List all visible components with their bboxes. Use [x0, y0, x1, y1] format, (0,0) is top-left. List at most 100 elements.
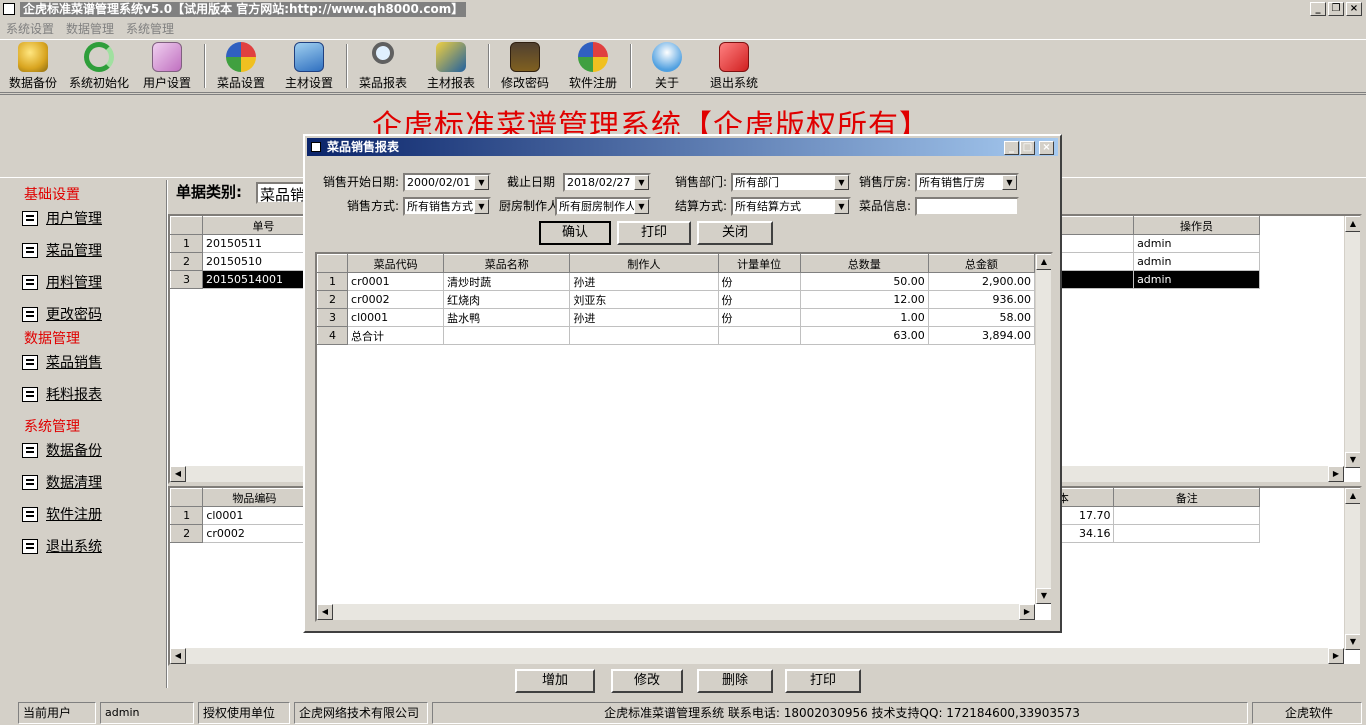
cell-maker[interactable]: [569, 326, 719, 345]
table-row-total[interactable]: 4 总合计 63.00 3,894.00: [317, 326, 1036, 345]
cell-operator[interactable]: admin: [1133, 234, 1260, 253]
delete-button[interactable]: 删除: [697, 669, 773, 693]
col-operator[interactable]: 操作员: [1133, 216, 1260, 235]
toolbar-change-password[interactable]: 修改密码: [498, 42, 552, 92]
nav-item-user-management[interactable]: 用户管理: [22, 208, 102, 228]
nav-item-data-backup[interactable]: 数据备份: [22, 440, 102, 460]
cell-maker[interactable]: 孙进: [569, 272, 719, 291]
end-date-picker[interactable]: 2018/02/27 ▼: [563, 173, 651, 192]
dialog-close-button[interactable]: ×: [1039, 141, 1054, 155]
scroll-up-icon[interactable]: ▲: [1345, 216, 1360, 232]
restore-button[interactable]: ❐: [1328, 2, 1344, 16]
dropdown-arrow-icon[interactable]: ▼: [834, 175, 849, 190]
nav-item-data-cleanup[interactable]: 数据清理: [22, 472, 102, 492]
cell-dish-name[interactable]: 红烧肉: [443, 290, 571, 309]
dialog-title-bar[interactable]: 菜品销售报表 _ □ ×: [307, 138, 1058, 156]
col-cost[interactable]: 本: [1056, 488, 1115, 507]
scroll-left-icon[interactable]: ◀: [170, 648, 186, 664]
vertical-scrollbar[interactable]: ▲ ▼: [1344, 216, 1360, 468]
method-select[interactable]: 所有销售方式 ▼: [403, 197, 491, 216]
cell-cost[interactable]: 34.16: [1056, 524, 1115, 543]
add-button[interactable]: 增加: [515, 669, 595, 693]
cell-unit[interactable]: 份: [717, 272, 801, 291]
scroll-up-icon[interactable]: ▲: [1345, 488, 1360, 504]
cell-operator[interactable]: admin: [1133, 270, 1260, 289]
cell-total-qty[interactable]: 12.00: [799, 290, 929, 309]
menu-system-settings[interactable]: 系统设置: [6, 20, 54, 37]
toolbar-system-init[interactable]: 系统初始化: [66, 42, 132, 92]
nav-item-change-password[interactable]: 更改密码: [22, 304, 102, 324]
dropdown-arrow-icon[interactable]: ▼: [634, 199, 649, 214]
col-item-code[interactable]: 物品编码: [202, 488, 307, 507]
dropdown-arrow-icon[interactable]: ▼: [474, 175, 489, 190]
toolbar-material-report[interactable]: 主材报表: [424, 42, 478, 92]
col-dish-name[interactable]: 菜品名称: [443, 254, 571, 273]
menu-data-management[interactable]: 数据管理: [66, 20, 114, 37]
table-row[interactable]: 3 cl0001 盐水鸭 孙进 份 1.00 58.00: [317, 308, 1036, 327]
toolbar-data-backup[interactable]: 数据备份: [6, 42, 60, 92]
scroll-right-icon[interactable]: ▶: [1019, 604, 1035, 620]
horizontal-scrollbar[interactable]: ◀ ▶: [317, 604, 1035, 620]
cell-dish-name[interactable]: 清炒时蔬: [443, 272, 571, 291]
col-total-qty[interactable]: 总数量: [799, 254, 929, 273]
table-row[interactable]: 1 cr0001 清炒时蔬 孙进 份 50.00 2,900.00: [317, 272, 1036, 291]
cook-select[interactable]: 所有厨房制作人 ▼: [555, 197, 651, 216]
scroll-right-icon[interactable]: ▶: [1328, 648, 1344, 664]
cell-maker[interactable]: 孙进: [569, 308, 719, 327]
horizontal-scrollbar[interactable]: ◀ ▶: [170, 648, 1344, 664]
scroll-right-icon[interactable]: ▶: [1328, 466, 1344, 482]
cell-note[interactable]: [1113, 524, 1260, 543]
bill-type-select[interactable]: 菜品销: [256, 182, 306, 204]
dropdown-arrow-icon[interactable]: ▼: [634, 175, 649, 190]
toolbar-user-settings[interactable]: 用户设置: [140, 42, 194, 92]
scroll-left-icon[interactable]: ◀: [317, 604, 333, 620]
close-button[interactable]: ×: [1346, 2, 1362, 16]
nav-item-consumption-report[interactable]: 耗料报表: [22, 384, 102, 404]
sales-report-grid[interactable]: 菜品代码 菜品名称 制作人 计量单位 总数量 总金额 1 cr0001 清炒时蔬…: [315, 252, 1053, 622]
print-button[interactable]: 打印: [785, 669, 861, 693]
col-total-amount[interactable]: 总金额: [927, 254, 1036, 273]
col-note[interactable]: 备注: [1113, 488, 1260, 507]
cell-dish-name[interactable]: 盐水鸭: [443, 308, 571, 327]
toolbar-exit-system[interactable]: 退出系统: [706, 42, 762, 92]
cell-unit[interactable]: [717, 326, 801, 345]
hall-select[interactable]: 所有销售厅房 ▼: [915, 173, 1019, 192]
toolbar-material-settings[interactable]: 主材设置: [282, 42, 336, 92]
nav-item-material-management[interactable]: 用料管理: [22, 272, 102, 292]
cell-dish-code[interactable]: 总合计: [347, 326, 445, 345]
cell-unit[interactable]: 份: [717, 290, 801, 309]
cell-total-amount[interactable]: 58.00: [927, 308, 1036, 327]
dropdown-arrow-icon[interactable]: ▼: [834, 199, 849, 214]
cell-total-amount[interactable]: 936.00: [927, 290, 1036, 309]
scroll-down-icon[interactable]: ▼: [1345, 634, 1360, 650]
col-maker[interactable]: 制作人: [569, 254, 719, 273]
vertical-scrollbar[interactable]: ▲ ▼: [1035, 254, 1051, 604]
vertical-scrollbar[interactable]: ▲ ▼: [1344, 488, 1360, 650]
cell-dish-code[interactable]: cr0001: [347, 272, 445, 291]
dialog-print-button[interactable]: 打印: [617, 221, 691, 245]
toolbar-about[interactable]: 关于: [644, 42, 690, 92]
start-date-picker[interactable]: 2000/02/01 ▼: [403, 173, 491, 192]
toolbar-software-register[interactable]: 软件注册: [566, 42, 620, 92]
scroll-up-icon[interactable]: ▲: [1036, 254, 1051, 270]
dept-select[interactable]: 所有部门 ▼: [731, 173, 851, 192]
col-dish-code[interactable]: 菜品代码: [347, 254, 445, 273]
nav-item-dish-management[interactable]: 菜品管理: [22, 240, 102, 260]
dropdown-arrow-icon[interactable]: ▼: [1002, 175, 1017, 190]
dialog-minimize-button[interactable]: _: [1004, 141, 1019, 155]
cell-dish-name[interactable]: [443, 326, 571, 345]
edit-button[interactable]: 修改: [611, 669, 683, 693]
scroll-left-icon[interactable]: ◀: [170, 466, 186, 482]
cell-dish-code[interactable]: cr0002: [347, 290, 445, 309]
cell-total-amount[interactable]: 2,900.00: [927, 272, 1036, 291]
table-row[interactable]: 2 cr0002 红烧肉 刘亚东 份 12.00 936.00: [317, 290, 1036, 309]
scroll-down-icon[interactable]: ▼: [1036, 588, 1051, 604]
dropdown-arrow-icon[interactable]: ▼: [474, 199, 489, 214]
cell-dish-code[interactable]: cl0001: [347, 308, 445, 327]
cell-operator[interactable]: admin: [1133, 252, 1260, 271]
toolbar-dish-settings[interactable]: 菜品设置: [214, 42, 268, 92]
cell-total-qty[interactable]: 1.00: [799, 308, 929, 327]
confirm-button[interactable]: 确认: [539, 221, 611, 245]
dialog-close-action-button[interactable]: 关闭: [697, 221, 773, 245]
cell-item-code[interactable]: cr0002: [202, 524, 307, 543]
